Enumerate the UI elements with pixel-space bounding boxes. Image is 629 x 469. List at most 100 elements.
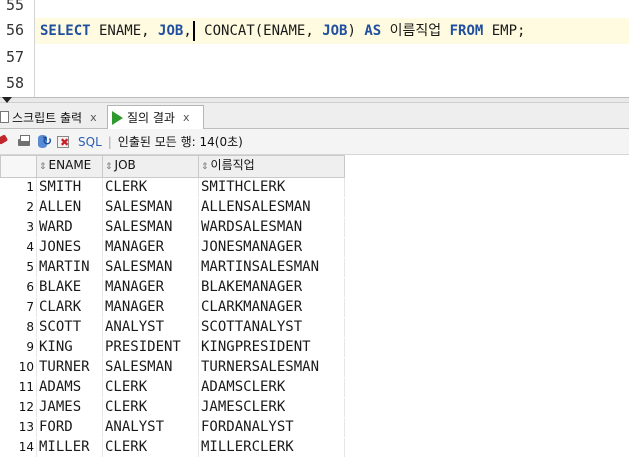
row-number[interactable]: 10	[0, 357, 37, 378]
cell-ename[interactable]: ALLEN	[36, 197, 103, 218]
table-row[interactable]: 5 MARTIN SALESMAN MARTINSALESMAN	[0, 257, 345, 278]
sql-keyword: FROM	[449, 23, 484, 39]
table-row[interactable]: 2 ALLEN SALESMAN ALLENSALESMAN	[0, 197, 345, 218]
sql-text: ENAME,	[90, 23, 159, 39]
table-row[interactable]: 11 ADAMS CLERK ADAMSCLERK	[0, 377, 345, 398]
cell-job[interactable]: MANAGER	[102, 237, 199, 258]
cell-job[interactable]: MANAGER	[102, 277, 199, 298]
cell-ename[interactable]: CLARK	[36, 297, 103, 318]
table-row[interactable]: 14 MILLER CLERK MILLERCLERK	[0, 437, 345, 458]
table-row[interactable]: 12 JAMES CLERK JAMESCLERK	[0, 397, 345, 418]
cell-ename[interactable]: MILLER	[36, 437, 103, 458]
cell-job[interactable]: ANALYST	[102, 417, 199, 438]
run-result-icon	[112, 110, 123, 125]
cell-ename[interactable]: WARD	[36, 217, 103, 238]
table-row[interactable]: 6 BLAKE MANAGER BLAKEMANAGER	[0, 277, 345, 298]
sort-icon: ⇕	[39, 162, 47, 172]
toolbar-separator: |	[107, 134, 112, 149]
table-row[interactable]: 3 WARD SALESMAN WARDSALESMAN	[0, 217, 345, 238]
table-row[interactable]: 8 SCOTT ANALYST SCOTTANALYST	[0, 317, 345, 338]
cell-name-job[interactable]: BLAKEMANAGER	[198, 277, 345, 298]
row-number[interactable]: 5	[0, 257, 37, 278]
cell-name-job[interactable]: KINGPRESIDENT	[198, 337, 345, 358]
row-number[interactable]: 12	[0, 397, 37, 418]
cell-name-job[interactable]: ALLENSALESMAN	[198, 197, 345, 218]
row-number[interactable]: 2	[0, 197, 37, 218]
results-toolbar: SQL | 인출된 모든 행: 14(0초)	[0, 129, 629, 155]
table-row[interactable]: 4 JONES MANAGER JONESMANAGER	[0, 237, 345, 258]
row-number[interactable]: 3	[0, 217, 37, 238]
cell-job[interactable]: PRESIDENT	[102, 337, 199, 358]
close-icon[interactable]: x	[183, 111, 190, 124]
cell-name-job[interactable]: MARTINSALESMAN	[198, 257, 345, 278]
cell-job[interactable]: CLERK	[102, 377, 199, 398]
row-number[interactable]: 9	[0, 337, 37, 358]
table-row[interactable]: 10 TURNER SALESMAN TURNERSALESMAN	[0, 357, 345, 378]
sql-code-line[interactable]: SELECT ENAME, JOB, CONCAT(ENAME, JOB) AS…	[40, 19, 525, 43]
line-number: 55	[5, 0, 24, 14]
sql-text: EMP;	[483, 23, 526, 39]
row-number[interactable]: 7	[0, 297, 37, 318]
cell-name-job[interactable]: WARDSALESMAN	[198, 217, 345, 238]
cell-name-job[interactable]: JAMESCLERK	[198, 397, 345, 418]
row-number[interactable]: 4	[0, 237, 37, 258]
column-header-name-job[interactable]: ⇕ 이름직업	[198, 155, 345, 178]
cell-ename[interactable]: FORD	[36, 417, 103, 438]
cell-name-job[interactable]: ADAMSCLERK	[198, 377, 345, 398]
cell-name-job[interactable]: TURNERSALESMAN	[198, 357, 345, 378]
sql-text: CONCAT(ENAME,	[195, 23, 323, 39]
result-table: ⇕ ENAME ⇕ JOB ⇕ 이름직업 1 SMITH CLERK SMITHCLERK 2…	[0, 155, 345, 458]
cell-ename[interactable]: TURNER	[36, 357, 103, 378]
column-header-job[interactable]: ⇕ JOB	[102, 155, 199, 178]
cell-job[interactable]: CLERK	[102, 177, 199, 198]
result-grid[interactable]: ⇕ ENAME ⇕ JOB ⇕ 이름직업 1 SMITH CLERK SMITHCLERK 2…	[0, 155, 629, 469]
cell-ename[interactable]: BLAKE	[36, 277, 103, 298]
refresh-icon[interactable]	[36, 134, 52, 150]
cell-job[interactable]: SALESMAN	[102, 357, 199, 378]
cell-ename[interactable]: MARTIN	[36, 257, 103, 278]
cell-job[interactable]: MANAGER	[102, 297, 199, 318]
cell-job[interactable]: SALESMAN	[102, 217, 199, 238]
cell-name-job[interactable]: SMITHCLERK	[198, 177, 345, 198]
tab-query-result[interactable]: 질의 결과 x	[107, 105, 204, 129]
cell-name-job[interactable]: SCOTTANALYST	[198, 317, 345, 338]
tab-script-output[interactable]: 스크립트 출력 x	[0, 105, 103, 129]
row-number[interactable]: 6	[0, 277, 37, 298]
table-row[interactable]: 9 KING PRESIDENT KINGPRESIDENT	[0, 337, 345, 358]
row-number[interactable]: 13	[0, 417, 37, 438]
cell-name-job[interactable]: CLARKMANAGER	[198, 297, 345, 318]
row-number[interactable]: 14	[0, 437, 37, 458]
table-row[interactable]: 1 SMITH CLERK SMITHCLERK	[0, 177, 345, 198]
freeze-pin-icon[interactable]	[0, 134, 12, 150]
table-row[interactable]: 13 FORD ANALYST FORDANALYST	[0, 417, 345, 438]
sql-keyword: AS	[364, 23, 382, 39]
gutter-divider	[34, 0, 35, 97]
cell-job[interactable]: CLERK	[102, 437, 199, 458]
row-number[interactable]: 1	[0, 177, 37, 198]
column-header-ename[interactable]: ⇕ ENAME	[36, 155, 103, 178]
cell-ename[interactable]: JAMES	[36, 397, 103, 418]
cell-ename[interactable]: ADAMS	[36, 377, 103, 398]
delete-icon[interactable]	[56, 134, 72, 150]
column-label: ENAME	[48, 158, 92, 172]
cell-name-job[interactable]: FORDANALYST	[198, 417, 345, 438]
sql-button[interactable]: SQL	[78, 135, 102, 149]
sql-editor[interactable]: 55 56 57 58 SELECT ENAME, JOB, CONCAT(EN…	[0, 0, 629, 97]
cell-job[interactable]: ANALYST	[102, 317, 199, 338]
header-row: ⇕ ENAME ⇕ JOB ⇕ 이름직업	[0, 155, 345, 178]
cell-name-job[interactable]: MILLERCLERK	[198, 437, 345, 458]
print-icon[interactable]	[16, 134, 32, 150]
cell-ename[interactable]: JONES	[36, 237, 103, 258]
cell-ename[interactable]: KING	[36, 337, 103, 358]
row-number[interactable]: 11	[0, 377, 37, 398]
cell-job[interactable]: CLERK	[102, 397, 199, 418]
cell-ename[interactable]: SMITH	[36, 177, 103, 198]
close-icon[interactable]: x	[90, 111, 97, 124]
cell-job[interactable]: SALESMAN	[102, 257, 199, 278]
sql-keyword: JOB	[158, 23, 184, 39]
table-row[interactable]: 7 CLARK MANAGER CLARKMANAGER	[0, 297, 345, 318]
cell-job[interactable]: SALESMAN	[102, 197, 199, 218]
cell-name-job[interactable]: JONESMANAGER	[198, 237, 345, 258]
row-number[interactable]: 8	[0, 317, 37, 338]
cell-ename[interactable]: SCOTT	[36, 317, 103, 338]
